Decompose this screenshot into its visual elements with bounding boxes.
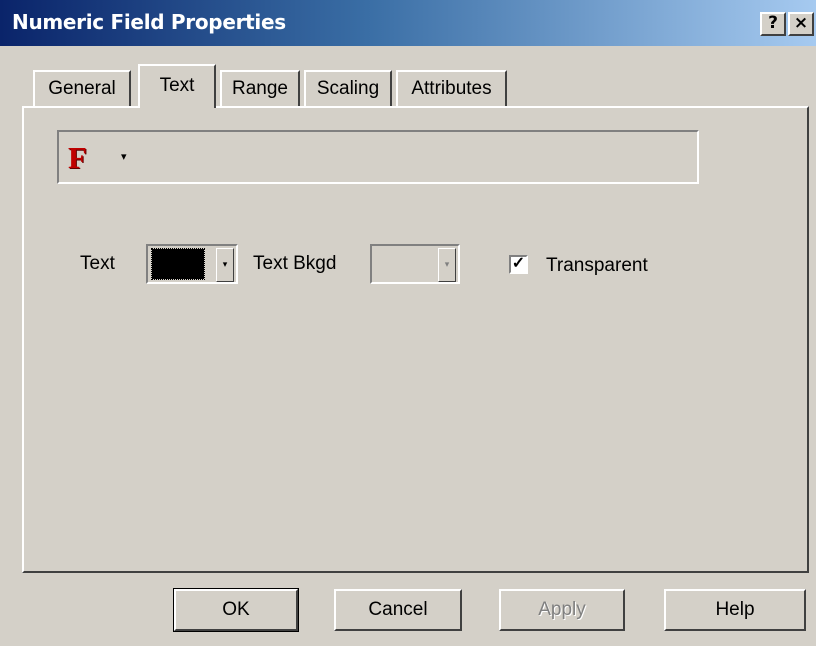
text-color-dropdown-icon[interactable]: ▾	[216, 248, 234, 282]
font-dropdown-arrow-icon[interactable]: ▾	[121, 150, 127, 163]
transparent-label: Transparent	[546, 255, 648, 276]
font-icon[interactable]: F	[68, 141, 87, 175]
tab-range[interactable]: Range	[220, 70, 300, 106]
apply-button[interactable]: Apply	[499, 589, 625, 631]
cancel-button[interactable]: Cancel	[334, 589, 462, 631]
text-color-swatch	[151, 248, 205, 280]
close-button[interactable]: ×	[788, 12, 814, 36]
text-color-label: Text	[80, 253, 115, 274]
text-bkgd-color-swatch	[376, 249, 428, 279]
text-color-picker[interactable]: ▾	[146, 244, 238, 284]
window-title: Numeric Field Properties	[12, 10, 286, 34]
help-title-button[interactable]: ?	[760, 12, 786, 36]
transparent-checkbox[interactable]: ✓	[509, 255, 528, 274]
tab-attributes[interactable]: Attributes	[396, 70, 507, 106]
tab-text[interactable]: Text	[138, 64, 216, 108]
font-toolbar	[57, 130, 699, 184]
help-button[interactable]: Help	[664, 589, 806, 631]
tab-general[interactable]: General	[33, 70, 131, 106]
ok-button[interactable]: OK	[173, 588, 299, 632]
tab-scaling[interactable]: Scaling	[304, 70, 392, 106]
text-bkgd-color-picker[interactable]: ▾	[370, 244, 460, 284]
text-bkgd-label: Text Bkgd	[253, 253, 337, 274]
text-bkgd-dropdown-icon[interactable]: ▾	[438, 248, 456, 282]
